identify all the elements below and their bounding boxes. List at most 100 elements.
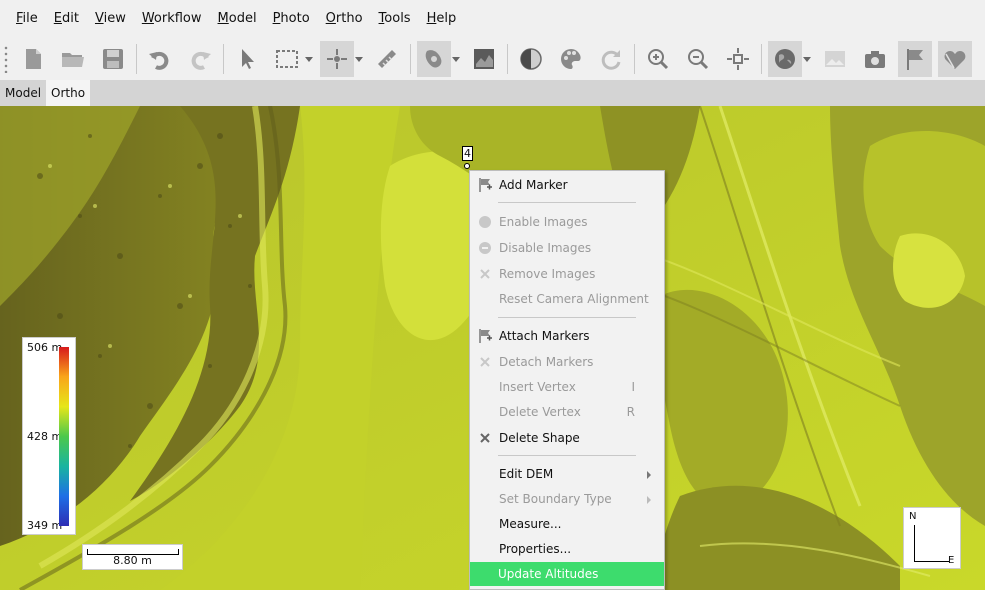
menu-item-edit-dem[interactable]: Edit DEM (471, 462, 663, 486)
rotate-button[interactable] (594, 41, 628, 77)
chevron-down-icon (452, 56, 460, 62)
menu-item-add-marker[interactable]: Add Marker (471, 173, 663, 197)
marker-point[interactable] (464, 163, 470, 169)
globe-dropdown[interactable] (802, 41, 812, 77)
menu-item-remove-images[interactable]: Remove Images (471, 262, 663, 286)
menu-item-label: Set Boundary Type (499, 492, 612, 506)
menu-item-label: Edit DEM (499, 467, 554, 481)
zoom-in-button[interactable] (641, 41, 675, 77)
image-button[interactable] (818, 41, 852, 77)
camera-icon (865, 51, 885, 68)
selection-dropdown[interactable] (304, 41, 314, 77)
menu-separator (498, 317, 636, 318)
menu-item-insert-vertex[interactable]: Insert Vertex I (471, 375, 663, 399)
marker-tool-icon (327, 49, 347, 69)
navigation-button[interactable] (230, 41, 264, 77)
menu-bar: File Edit View Workflow Model Photo Orth… (0, 0, 985, 38)
toolbar-grip[interactable] (4, 45, 8, 73)
tab-ortho[interactable]: Ortho (46, 80, 91, 106)
menu-item-label: Measure... (499, 517, 562, 531)
detach-icon (480, 357, 490, 367)
reset-view-button[interactable] (721, 41, 755, 77)
east-axis (914, 561, 949, 562)
ruler-button[interactable] (370, 41, 404, 77)
menu-photo[interactable]: Photo (265, 0, 318, 38)
menu-workflow[interactable]: Workflow (134, 0, 210, 38)
menu-item-measure[interactable]: Measure... (471, 512, 663, 536)
menu-model[interactable]: Model (210, 0, 265, 38)
save-button[interactable] (96, 41, 130, 77)
enable-icon (479, 216, 491, 228)
tab-model[interactable]: Model (0, 80, 47, 106)
menu-item-shortcut: R (626, 405, 635, 419)
legend-color-bar (59, 347, 69, 526)
submenu-arrow-icon (647, 496, 651, 504)
marker-label[interactable]: 4 (462, 146, 473, 161)
menu-file[interactable]: File (8, 0, 46, 38)
legend-max: 506 m (27, 341, 63, 354)
flag-button[interactable] (898, 41, 932, 77)
menu-item-delete-shape[interactable]: Delete Shape (471, 426, 663, 450)
shape-button[interactable] (417, 41, 451, 77)
menu-item-label: Attach Markers (499, 329, 590, 343)
menu-view[interactable]: View (87, 0, 134, 38)
tab-strip: Model Ortho (0, 80, 985, 106)
north-arrow: N E (903, 507, 961, 569)
palette-icon (561, 49, 581, 69)
toolbar-separator (136, 44, 137, 74)
image-icon (825, 51, 845, 67)
toolbar-separator (761, 44, 762, 74)
menu-ortho[interactable]: Ortho (318, 0, 371, 38)
chevron-down-icon (305, 56, 313, 62)
menu-item-label: Delete Vertex (499, 405, 581, 419)
menu-item-label: Add Marker (499, 178, 568, 192)
menu-item-label: Update Altitudes (498, 567, 599, 581)
zoom-out-button[interactable] (681, 41, 715, 77)
globe-icon (775, 49, 795, 69)
shape-icon (425, 50, 442, 68)
menu-item-label: Enable Images (499, 215, 588, 229)
shape-dropdown[interactable] (451, 41, 461, 77)
menu-item-set-boundary-type[interactable]: Set Boundary Type (471, 487, 663, 511)
marker-tool-button[interactable] (320, 41, 354, 77)
menu-item-disable-images[interactable]: Disable Images (471, 236, 663, 260)
remove-icon (480, 269, 490, 279)
brightness-button[interactable] (514, 41, 548, 77)
rectangle-selection-button[interactable] (270, 41, 304, 77)
attach-marker-icon (479, 329, 492, 343)
menu-edit[interactable]: Edit (46, 0, 87, 38)
menu-item-delete-vertex[interactable]: Delete Vertex R (471, 400, 663, 424)
globe-button[interactable] (768, 41, 802, 77)
palette-button[interactable] (554, 41, 588, 77)
reset-view-icon (727, 48, 749, 70)
scale-label: 8.80 m (113, 554, 152, 567)
undo-button[interactable] (143, 41, 177, 77)
open-button[interactable] (56, 41, 90, 77)
rectangle-selection-icon (276, 50, 298, 68)
brightness-icon (520, 48, 542, 70)
north-axis (914, 525, 915, 561)
dem-button[interactable] (467, 41, 501, 77)
menu-item-shortcut: I (631, 380, 635, 394)
toolbar (0, 38, 985, 80)
menu-help[interactable]: Help (419, 0, 465, 38)
add-marker-icon (479, 178, 492, 192)
save-icon (103, 49, 123, 69)
menu-separator (498, 202, 636, 203)
camera-button[interactable] (858, 41, 892, 77)
chevron-down-icon (803, 56, 811, 62)
redo-button[interactable] (183, 41, 217, 77)
menu-item-enable-images[interactable]: Enable Images (471, 210, 663, 234)
menu-item-update-altitudes[interactable]: Update Altitudes (470, 562, 664, 586)
menu-tools[interactable]: Tools (371, 0, 419, 38)
menu-item-attach-markers[interactable]: Attach Markers (471, 324, 663, 348)
menu-item-detach-markers[interactable]: Detach Markers (471, 350, 663, 374)
shape-heart-button[interactable] (938, 41, 972, 77)
context-menu: Add Marker Enable Images Disable Images … (469, 170, 665, 590)
elevation-legend: 506 m 428 m 349 m (22, 337, 76, 535)
menu-item-reset-camera-alignment[interactable]: Reset Camera Alignment (471, 287, 663, 311)
marker-dropdown[interactable] (354, 41, 364, 77)
new-button[interactable] (16, 41, 50, 77)
delete-icon (480, 433, 490, 443)
menu-item-properties[interactable]: Properties... (471, 537, 663, 561)
